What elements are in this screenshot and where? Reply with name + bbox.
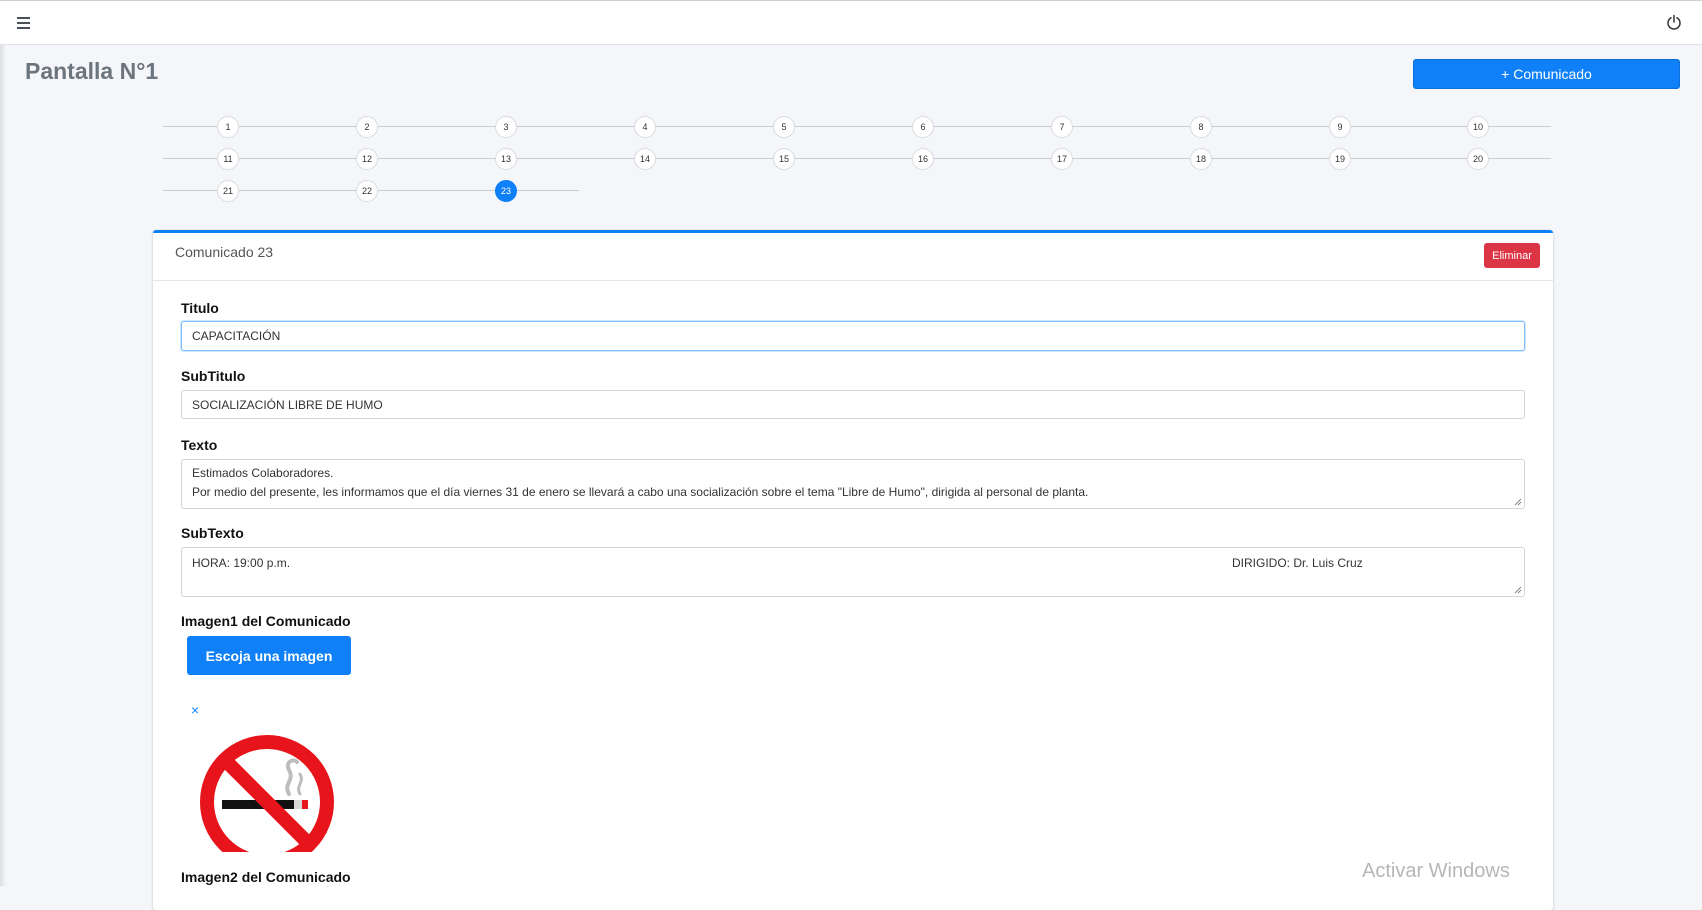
subtexto-label: SubTexto: [181, 525, 244, 541]
texto-line-2: Por medio del presente, les informamos q…: [192, 485, 1089, 499]
imagen1-label: Imagen1 del Comunicado: [181, 613, 351, 629]
step-9[interactable]: 9: [1329, 116, 1351, 138]
stepper-row: 1 2 3 4 5 6 7 8 9 10: [163, 112, 1551, 144]
stepper-row: 11 12 13 14 15 16 17 18 19 20: [163, 144, 1551, 176]
subtitulo-input[interactable]: SOCIALIZACIÓN LIBRE DE HUMO: [181, 390, 1525, 419]
step-1[interactable]: 1: [217, 116, 239, 138]
add-comunicado-button[interactable]: + Comunicado: [1413, 59, 1680, 89]
step-12[interactable]: 12: [356, 148, 378, 170]
delete-button[interactable]: Eliminar: [1484, 243, 1540, 268]
comunicado-card: Comunicado 23 Eliminar Titulo CAPACITACI…: [153, 230, 1553, 910]
step-8[interactable]: 8: [1190, 116, 1212, 138]
choose-image-button[interactable]: Escoja una imagen: [187, 636, 351, 675]
step-2[interactable]: 2: [356, 116, 378, 138]
step-4[interactable]: 4: [634, 116, 656, 138]
card-title: Comunicado 23: [175, 244, 274, 260]
imagen2-label: Imagen2 del Comunicado: [181, 869, 351, 885]
texto-line-1: Estimados Colaboradores.: [192, 466, 334, 480]
step-5[interactable]: 5: [773, 116, 795, 138]
subtexto-textarea[interactable]: HORA: 19:00 p.m. DIRIGIDO: Dr. Luis Cruz: [181, 547, 1525, 597]
texto-label: Texto: [181, 437, 218, 453]
no-smoking-image: [200, 735, 334, 852]
page-title: Pantalla N°1: [25, 58, 159, 84]
resize-handle-icon[interactable]: [1514, 586, 1522, 594]
texto-textarea[interactable]: Estimados Colaboradores. Por medio del p…: [181, 459, 1525, 509]
step-16[interactable]: 16: [912, 148, 934, 170]
titulo-input[interactable]: CAPACITACIÓN: [181, 321, 1525, 351]
step-14[interactable]: 14: [634, 148, 656, 170]
sidebar-shadow: [0, 45, 6, 886]
step-3[interactable]: 3: [495, 116, 517, 138]
step-10[interactable]: 10: [1467, 116, 1489, 138]
titulo-label: Titulo: [181, 300, 219, 316]
step-11[interactable]: 11: [217, 148, 239, 170]
top-navbar: [0, 0, 1702, 45]
power-icon[interactable]: [1666, 14, 1682, 30]
step-6[interactable]: 6: [912, 116, 934, 138]
resize-handle-icon[interactable]: [1514, 498, 1522, 506]
step-21[interactable]: 21: [217, 180, 239, 202]
remove-image-icon[interactable]: ×: [191, 702, 199, 718]
stepper-row: 21 22 23: [163, 176, 1551, 208]
activate-windows-watermark: Activar Windows: [1362, 860, 1510, 882]
subtexto-hora: HORA: 19:00 p.m.: [192, 556, 291, 570]
card-header: Comunicado 23 Eliminar: [153, 233, 1553, 281]
step-22[interactable]: 22: [356, 180, 378, 202]
step-15[interactable]: 15: [773, 148, 795, 170]
comunicado-stepper: 1 2 3 4 5 6 7 8 9 10 11 12 13 14 15 16 1…: [163, 112, 1551, 208]
step-7[interactable]: 7: [1051, 116, 1073, 138]
step-20[interactable]: 20: [1467, 148, 1489, 170]
step-18[interactable]: 18: [1190, 148, 1212, 170]
subtexto-dirigido: DIRIGIDO: Dr. Luis Cruz: [1232, 556, 1363, 570]
step-17[interactable]: 17: [1051, 148, 1073, 170]
hamburger-icon[interactable]: [17, 17, 30, 29]
step-13[interactable]: 13: [495, 148, 517, 170]
step-23-active[interactable]: 23: [495, 180, 517, 202]
step-19[interactable]: 19: [1329, 148, 1351, 170]
subtitulo-label: SubTitulo: [181, 368, 246, 384]
